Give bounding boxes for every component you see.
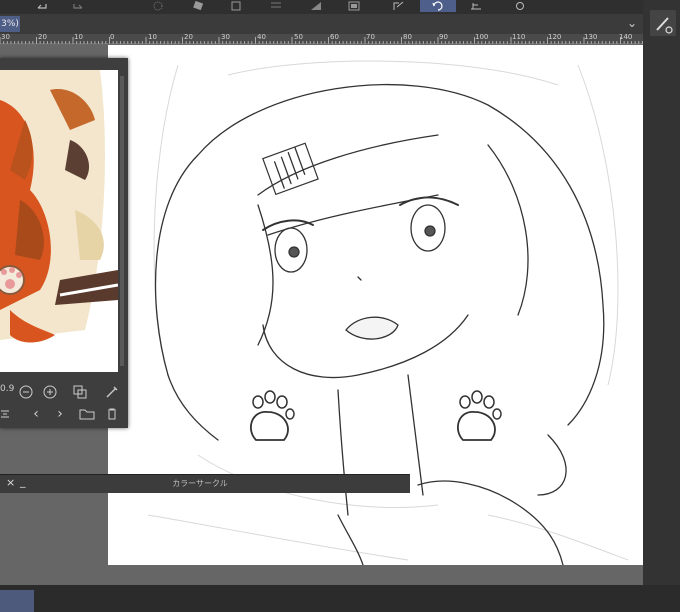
settings-icon[interactable] xyxy=(506,0,534,12)
fit-to-window-icon[interactable] xyxy=(72,384,88,400)
ruler-tick: 70 xyxy=(366,33,375,41)
ruler-tick: 60 xyxy=(330,33,339,41)
document-tab-bar xyxy=(0,14,643,34)
zoom-in-icon[interactable] xyxy=(42,384,58,400)
undo-icon[interactable] xyxy=(28,0,56,12)
flip-icon[interactable] xyxy=(0,406,12,422)
snap-icon[interactable] xyxy=(262,0,290,12)
navigator-panel: 0.9 ‹ › xyxy=(0,58,128,428)
chevron-down-icon[interactable]: ⌄ xyxy=(624,15,640,31)
ruler-tick: 90 xyxy=(439,33,448,41)
ruler-tick: 30 xyxy=(1,33,10,41)
ruler-tick: 50 xyxy=(294,33,303,41)
ruler-tick: 100 xyxy=(475,33,489,41)
trash-icon[interactable] xyxy=(104,406,120,422)
ruler-tick: 0 xyxy=(110,33,115,41)
horizontal-ruler: 30 20 10 0 10 20 30 40 50 60 70 80 90 10… xyxy=(0,33,643,45)
layer-icon[interactable] xyxy=(340,0,368,12)
zoom-out-icon[interactable] xyxy=(18,384,34,400)
brush-tool-icon[interactable] xyxy=(650,10,676,36)
ruler-tick: 80 xyxy=(403,33,412,41)
panel-title: カラーサークル xyxy=(172,479,228,488)
prev-icon[interactable]: ‹ xyxy=(28,406,44,422)
color-circle-panel[interactable]: × _ カラーサークル xyxy=(0,474,410,493)
next-icon[interactable]: › xyxy=(52,406,68,422)
ruler-tick: 120 xyxy=(548,33,562,41)
status-chip[interactable] xyxy=(0,590,34,612)
transform-icon[interactable] xyxy=(222,0,250,12)
folder-icon[interactable] xyxy=(78,406,96,422)
ruler-tick: 140 xyxy=(619,33,633,41)
ruler-icon[interactable] xyxy=(462,0,490,12)
zoom-value: 0.9 xyxy=(0,384,15,394)
top-toolbar xyxy=(0,0,680,14)
fill-icon[interactable] xyxy=(144,0,172,12)
redo-icon[interactable] xyxy=(64,0,92,12)
ruler-tick: 40 xyxy=(257,33,266,41)
gradient-icon[interactable] xyxy=(302,0,330,12)
eraser-icon[interactable] xyxy=(184,0,212,12)
bottom-status-bar xyxy=(0,585,680,612)
ruler-tick: 30 xyxy=(221,33,230,41)
navigator-preview[interactable] xyxy=(0,70,118,372)
ruler-tick: 110 xyxy=(512,33,526,41)
ruler-tick: 130 xyxy=(584,33,598,41)
right-tool-panel xyxy=(643,0,680,612)
document-tab[interactable]: 3%) xyxy=(0,16,20,32)
ruler-tick: 10 xyxy=(148,33,157,41)
navigator-scrollbar[interactable] xyxy=(120,76,124,366)
ruler-tick: 10 xyxy=(74,33,83,41)
ruler-tick: 20 xyxy=(184,33,193,41)
close-icon[interactable]: × xyxy=(6,476,15,489)
eyedropper-icon[interactable] xyxy=(104,384,120,400)
rotate-icon[interactable] xyxy=(420,0,456,12)
minimize-icon[interactable]: _ xyxy=(20,475,26,488)
export-icon[interactable] xyxy=(384,0,412,12)
ruler-tick: 20 xyxy=(38,33,47,41)
